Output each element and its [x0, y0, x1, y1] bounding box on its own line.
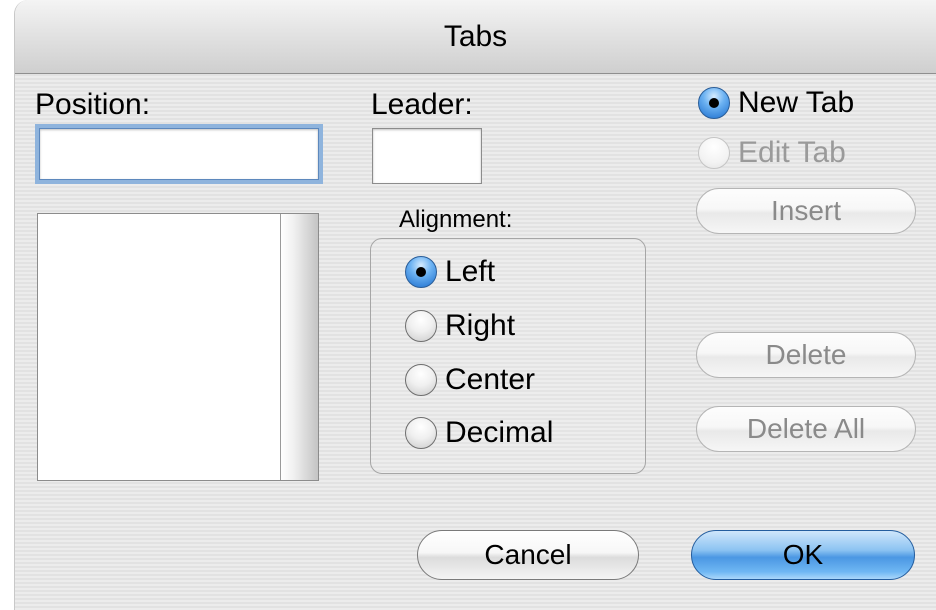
radio-button[interactable] [405, 364, 437, 396]
alignment-group: Left Right Center Decimal [370, 238, 646, 474]
new-tab-option[interactable]: New Tab [698, 86, 854, 120]
title-bar[interactable]: Tabs [15, 0, 936, 74]
leader-input[interactable] [372, 128, 482, 184]
insert-button[interactable]: Insert [696, 188, 916, 234]
position-label: Position: [35, 88, 151, 121]
position-input[interactable] [39, 128, 319, 180]
delete-button[interactable]: Delete [696, 332, 916, 378]
alignment-right-label: Right [445, 309, 516, 342]
ok-button[interactable]: OK [691, 530, 915, 580]
edit-tab-label: Edit Tab [738, 136, 846, 169]
cancel-button[interactable]: Cancel [417, 530, 639, 580]
radio-button-disabled [698, 137, 730, 169]
tabs-dialog: Tabs Position: Leader: Alignment: Left R… [14, 0, 936, 610]
edit-tab-option: Edit Tab [698, 136, 846, 170]
delete-all-button[interactable]: Delete All [696, 406, 916, 452]
alignment-decimal-option[interactable]: Decimal [405, 416, 553, 450]
new-tab-label: New Tab [738, 86, 855, 119]
alignment-right-option[interactable]: Right [405, 309, 515, 343]
alignment-left-option[interactable]: Left [405, 255, 495, 289]
radio-button[interactable] [405, 310, 437, 342]
alignment-decimal-label: Decimal [445, 416, 554, 449]
leader-label: Leader: [371, 88, 473, 121]
radio-button-selected[interactable] [698, 87, 730, 119]
tab-stops-list[interactable] [37, 213, 319, 481]
list-scrollbar[interactable] [280, 214, 318, 480]
radio-button[interactable] [405, 417, 437, 449]
alignment-left-label: Left [445, 255, 496, 288]
alignment-label: Alignment: [399, 206, 513, 233]
alignment-center-option[interactable]: Center [405, 363, 535, 397]
alignment-center-label: Center [445, 363, 536, 396]
radio-button-selected[interactable] [405, 256, 437, 288]
window-title: Tabs [443, 20, 508, 53]
